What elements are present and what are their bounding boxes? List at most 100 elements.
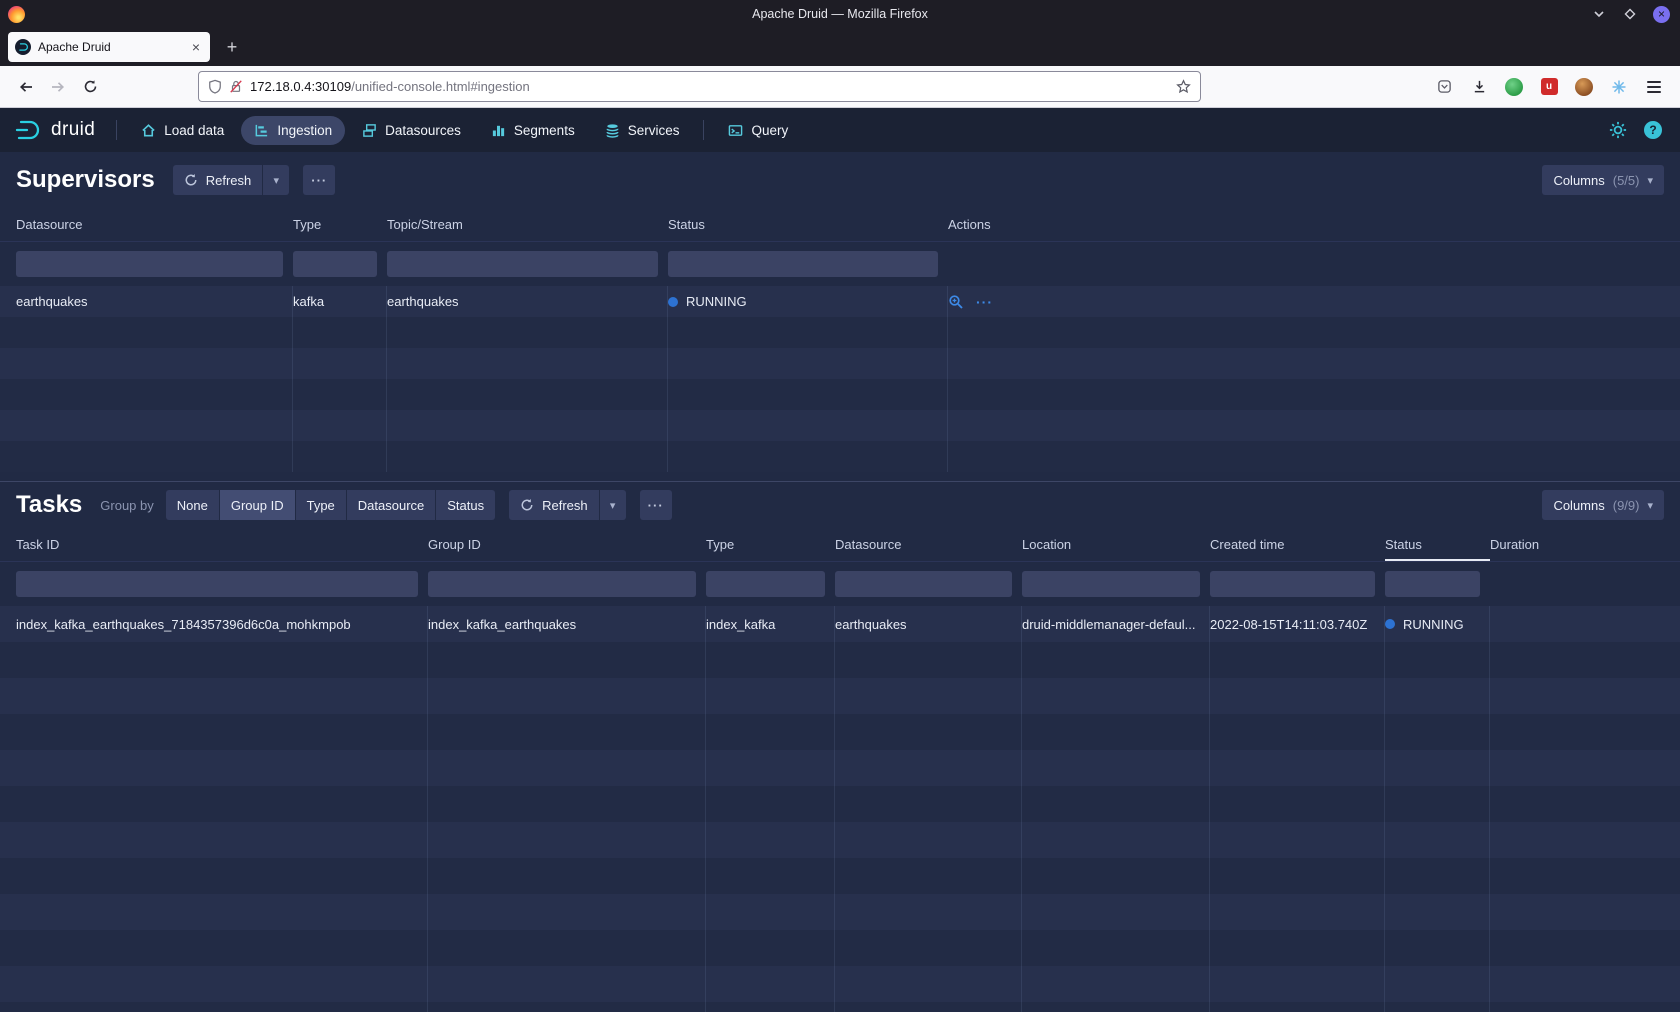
bookmark-star-icon[interactable] xyxy=(1176,79,1191,94)
column-header[interactable]: Datasource xyxy=(16,208,293,241)
window-controls: × xyxy=(1591,6,1680,23)
ublock-origin-icon[interactable]: u xyxy=(1533,71,1565,103)
tasks-created-time-filter-input[interactable] xyxy=(1210,571,1375,597)
tasks-datasource-filter-input[interactable] xyxy=(835,571,1012,597)
tasks-more-button[interactable]: ··· xyxy=(640,490,672,520)
forward-icon[interactable] xyxy=(42,71,74,103)
tasks-status-filter-input[interactable] xyxy=(1385,571,1480,597)
window-title: Apache Druid — Mozilla Firefox xyxy=(0,7,1680,21)
empty-row xyxy=(0,966,1680,1002)
empty-row xyxy=(0,678,1680,714)
cell-created-time: 2022-08-15T14:11:03.740Z xyxy=(1210,606,1385,642)
tasks-location-filter-input[interactable] xyxy=(1022,571,1200,597)
supervisor-row[interactable]: earthquakes kafka earthquakes RUNNING ··… xyxy=(0,286,1680,317)
group-by-none-button[interactable]: None xyxy=(166,490,219,520)
supervisors-columns-button[interactable]: Columns (5/5) ▾ xyxy=(1542,165,1664,195)
nav-services[interactable]: Services xyxy=(592,116,693,145)
browser-tab-bar: Apache Druid × + xyxy=(0,28,1680,66)
supervisors-refresh-caret-button[interactable]: ▾ xyxy=(263,165,289,195)
group-by-datasource-button[interactable]: Datasource xyxy=(347,490,435,520)
supervisors-status-filter-input[interactable] xyxy=(668,251,938,277)
bar-chart-icon xyxy=(491,123,506,138)
tab-close-icon[interactable]: × xyxy=(189,39,203,55)
close-icon[interactable]: × xyxy=(1653,6,1670,23)
back-icon[interactable] xyxy=(10,71,42,103)
task-row[interactable]: index_kafka_earthquakes_7184357396d6c0a_… xyxy=(0,606,1680,642)
supervisors-topic-filter-input[interactable] xyxy=(387,251,658,277)
extension-green-icon[interactable] xyxy=(1498,71,1530,103)
settings-gear-icon[interactable] xyxy=(1609,121,1627,139)
browser-toolbar: 172.18.0.4:30109/unified-console.html#in… xyxy=(0,66,1680,108)
supervisors-title: Supervisors xyxy=(16,166,155,194)
column-header-sorted[interactable]: Status xyxy=(1385,528,1490,561)
supervisors-datasource-filter-input[interactable] xyxy=(16,251,283,277)
reload-icon[interactable] xyxy=(74,71,106,103)
nav-load-data[interactable]: Load data xyxy=(128,116,237,145)
column-header[interactable]: Topic/Stream xyxy=(387,208,668,241)
url-text: 172.18.0.4:30109/unified-console.html#in… xyxy=(250,79,530,94)
supervisors-section-bar: Supervisors Refresh ▾ ··· Columns (5/5) … xyxy=(0,152,1680,208)
column-header[interactable]: Task ID xyxy=(16,528,428,561)
nav-ingestion[interactable]: Ingestion xyxy=(241,116,345,145)
stacked-tables-icon xyxy=(362,123,377,138)
new-tab-button[interactable]: + xyxy=(218,33,246,61)
supervisors-refresh-button[interactable]: Refresh xyxy=(173,165,263,195)
supervisors-more-button[interactable]: ··· xyxy=(303,165,335,195)
downloads-icon[interactable] xyxy=(1463,71,1495,103)
empty-row xyxy=(0,894,1680,930)
insecure-lock-icon[interactable] xyxy=(229,79,243,94)
tracking-shield-icon[interactable] xyxy=(208,79,222,94)
extension-avatar-icon[interactable] xyxy=(1568,71,1600,103)
section-splitter[interactable] xyxy=(0,472,1680,482)
menu-hamburger-icon[interactable] xyxy=(1638,71,1670,103)
column-header[interactable]: Duration xyxy=(1490,528,1680,561)
nav-datasources[interactable]: Datasources xyxy=(349,116,474,145)
empty-row xyxy=(0,750,1680,786)
column-header[interactable]: Type xyxy=(293,208,387,241)
nav-segments[interactable]: Segments xyxy=(478,116,588,145)
browser-tab[interactable]: Apache Druid × xyxy=(8,32,210,62)
extension-snowflake-icon[interactable] xyxy=(1603,71,1635,103)
nav-query[interactable]: Query xyxy=(715,116,801,145)
column-header[interactable]: Type xyxy=(706,528,835,561)
druid-logo[interactable]: druid xyxy=(14,119,95,141)
cell-status: RUNNING xyxy=(1385,606,1490,642)
tasks-refresh-button[interactable]: Refresh xyxy=(509,490,599,520)
cell-status: RUNNING xyxy=(668,286,948,317)
column-header[interactable]: Created time xyxy=(1210,528,1385,561)
tasks-columns-button[interactable]: Columns (9/9) ▾ xyxy=(1542,490,1664,520)
column-header[interactable]: Group ID xyxy=(428,528,706,561)
tab-title: Apache Druid xyxy=(38,40,182,54)
empty-row xyxy=(0,379,1680,410)
refresh-icon xyxy=(520,498,534,512)
status-dot-icon xyxy=(668,297,678,307)
empty-row xyxy=(0,714,1680,750)
supervisors-filter-row xyxy=(0,242,1680,286)
group-by-status-button[interactable]: Status xyxy=(436,490,495,520)
empty-row xyxy=(0,822,1680,858)
empty-row xyxy=(0,930,1680,966)
group-by-group-id-button[interactable]: Group ID xyxy=(220,490,295,520)
column-header[interactable]: Actions xyxy=(948,208,1680,241)
url-bar[interactable]: 172.18.0.4:30109/unified-console.html#in… xyxy=(198,71,1201,102)
column-header[interactable]: Datasource xyxy=(835,528,1022,561)
row-actions-more-icon[interactable]: ··· xyxy=(976,294,993,310)
tasks-group-id-filter-input[interactable] xyxy=(428,571,696,597)
supervisors-type-filter-input[interactable] xyxy=(293,251,377,277)
screen: Apache Druid — Mozilla Firefox × Apache … xyxy=(0,0,1680,1012)
minimize-icon[interactable] xyxy=(1591,6,1607,22)
maximize-icon[interactable] xyxy=(1622,6,1638,22)
tasks-type-filter-input[interactable] xyxy=(706,571,825,597)
empty-row xyxy=(0,786,1680,822)
group-by-type-button[interactable]: Type xyxy=(296,490,346,520)
column-header[interactable]: Location xyxy=(1022,528,1210,561)
tasks-refresh-caret-button[interactable]: ▾ xyxy=(600,490,626,520)
pocket-save-icon[interactable] xyxy=(1428,71,1460,103)
tasks-task-id-filter-input[interactable] xyxy=(16,571,418,597)
status-dot-icon xyxy=(1385,619,1395,629)
druid-header: druid Load data Ingestion Datasources xyxy=(0,108,1680,152)
supervisors-table: Datasource Type Topic/Stream Status Acti… xyxy=(0,208,1680,472)
column-header[interactable]: Status xyxy=(668,208,948,241)
help-icon[interactable]: ? xyxy=(1644,121,1662,139)
magnifier-icon[interactable] xyxy=(948,294,964,310)
